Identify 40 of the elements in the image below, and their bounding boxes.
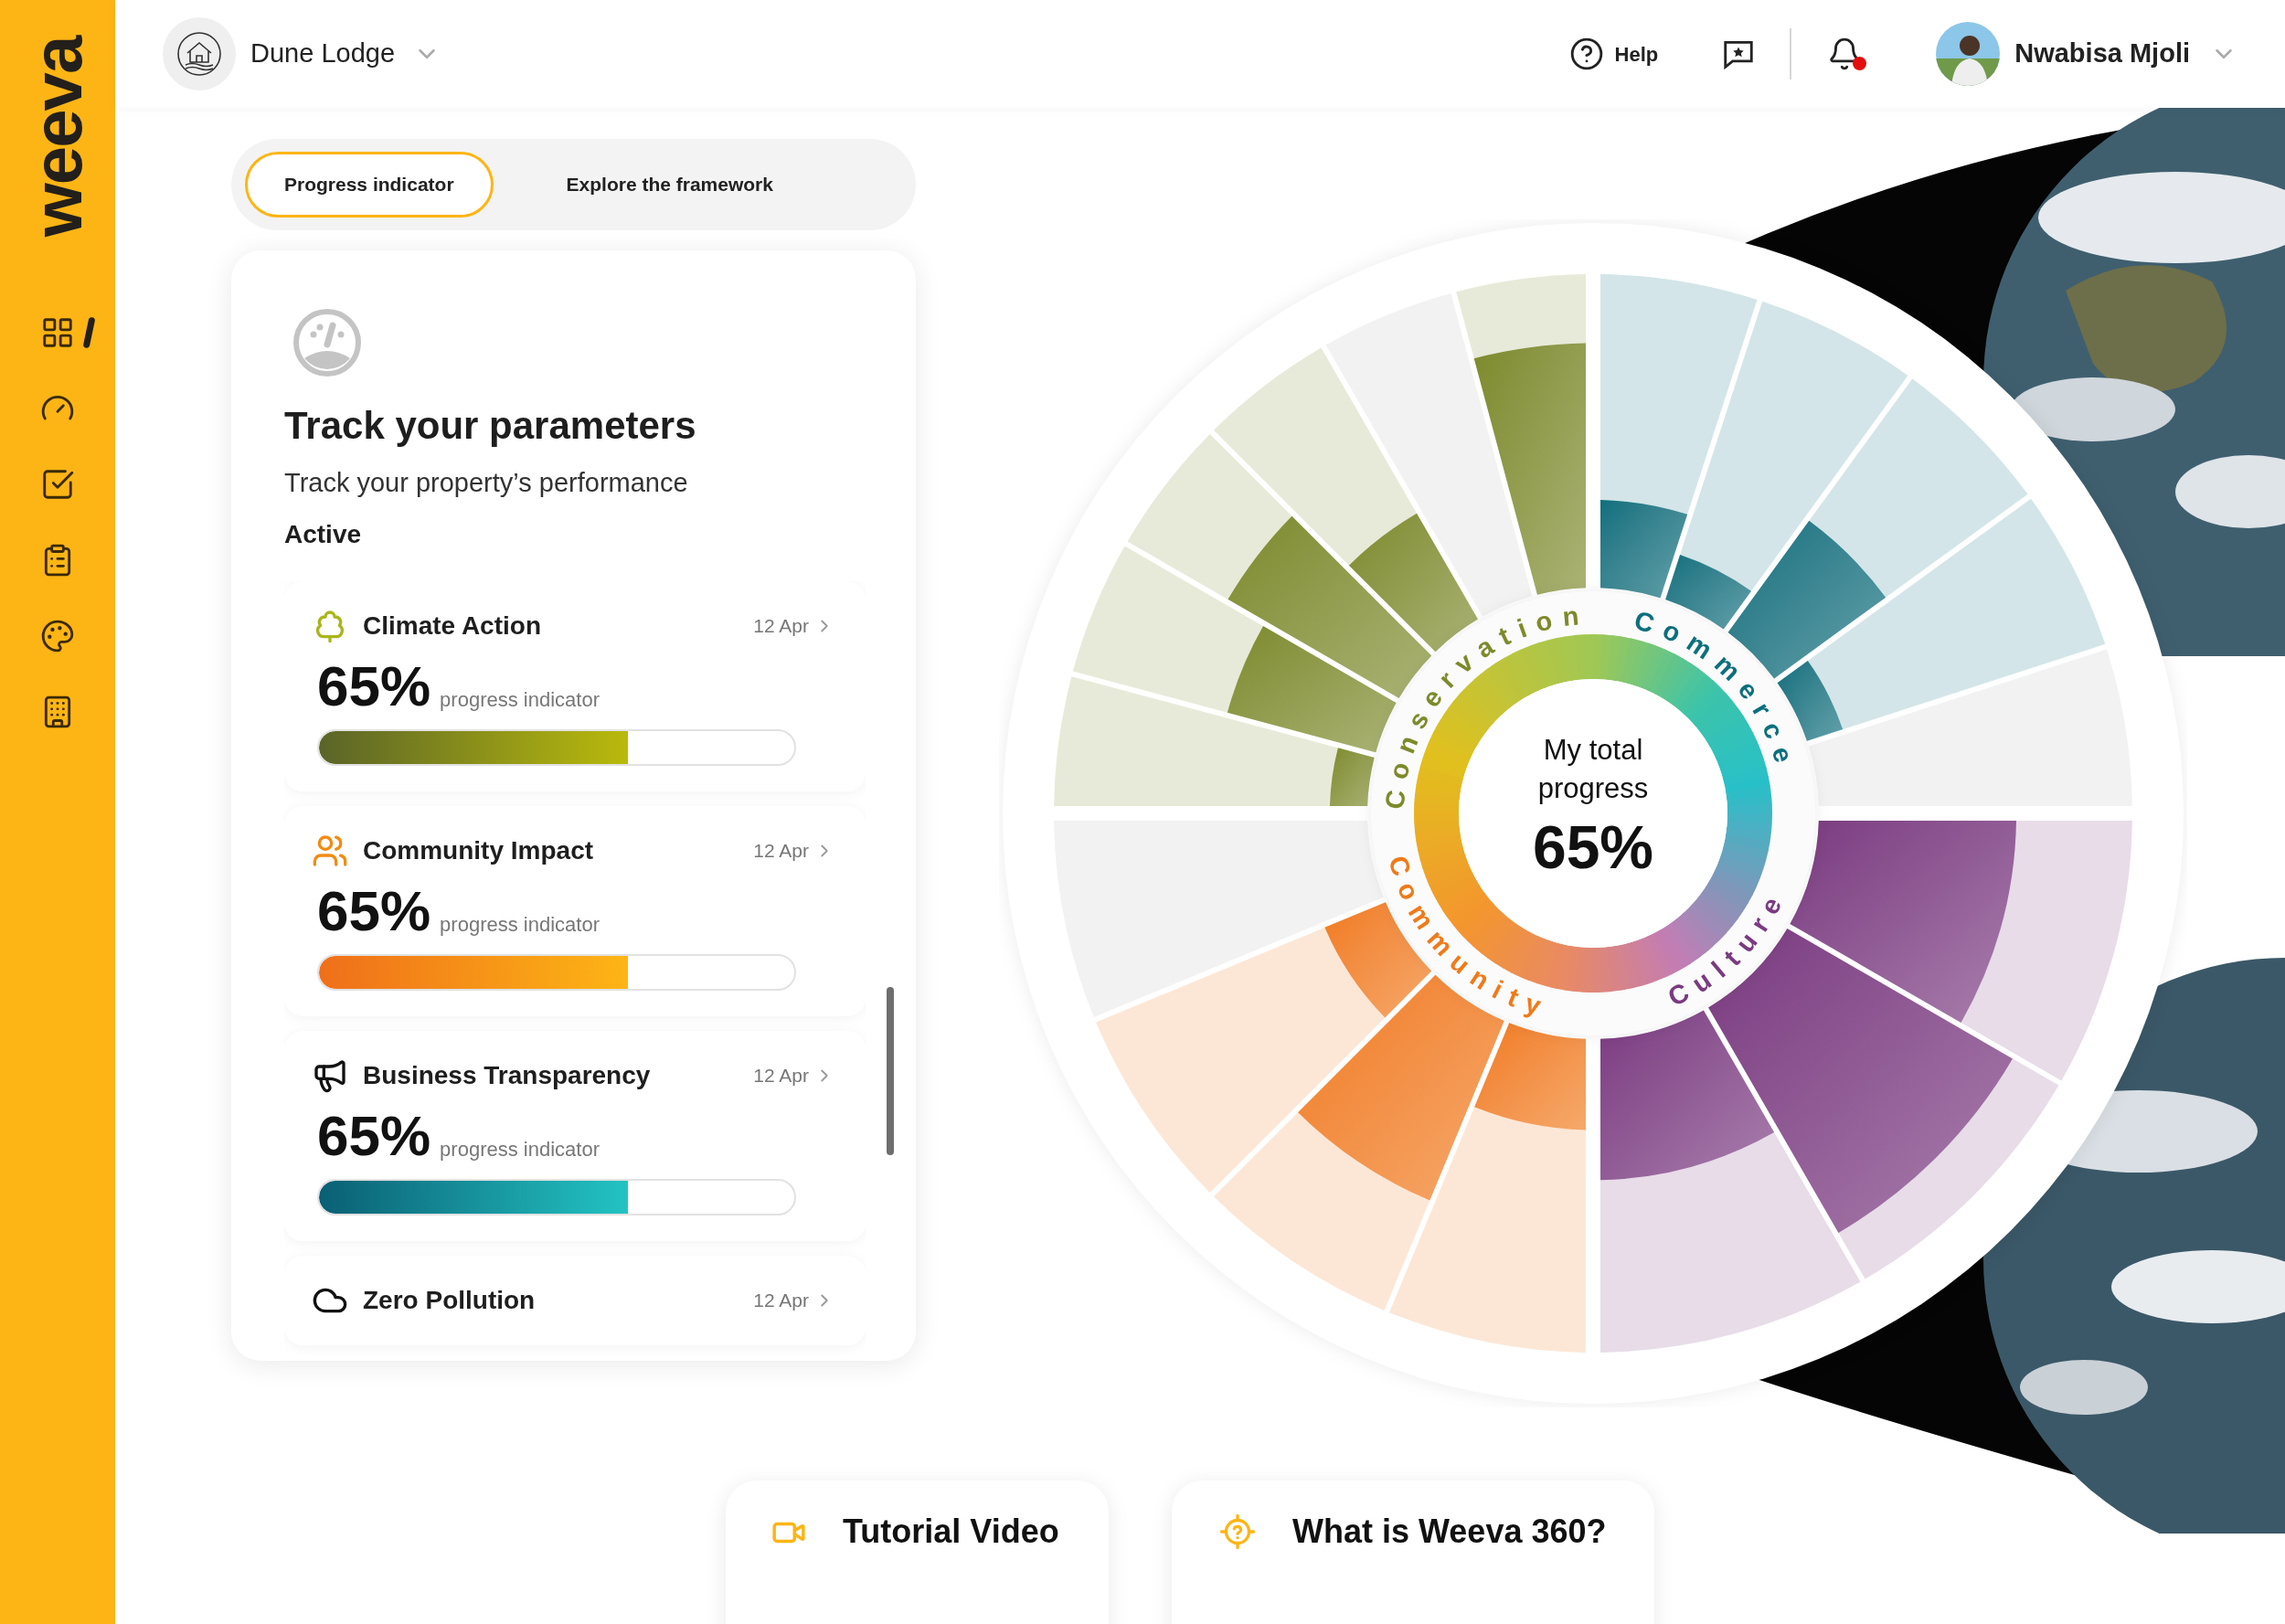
help-target-icon [1219,1513,1256,1550]
parameter-card[interactable]: Business Transparency 12 Apr 65% progress indicator [284,1031,866,1241]
parameter-date: 12 Apr [753,614,809,639]
scrollbar[interactable] [887,987,894,1155]
parameter-caption: progress indicator [440,1137,600,1162]
user-menu[interactable]: Nwabisa Mjoli [2014,34,2237,74]
info-card[interactable]: Tutorial Video [726,1481,1109,1624]
parameter-percent: 65% [317,658,431,715]
tab[interactable]: Explore the framework [520,152,819,218]
parameter-card[interactable]: Community Impact 12 Apr 65% progress indicator [284,806,866,1016]
parameter-caption: progress indicator [440,687,600,713]
parameter-card[interactable]: Zero Pollution 12 Apr [284,1256,866,1345]
parameter-title: Climate Action [363,610,541,642]
parameter-percent: 65% [317,883,431,939]
parameter-title: Business Transparency [363,1060,651,1091]
palette-icon [40,619,75,653]
parameter-card[interactable]: Climate Action 12 Apr 65% progress indicator [284,581,866,791]
help-icon [1568,37,1604,71]
tab[interactable]: Progress indicator [245,152,494,218]
status-label: Active [284,519,363,550]
parameter-percent: 65% [317,1108,431,1164]
info-card[interactable]: What is Weeva 360? [1172,1481,1654,1624]
gauge-icon [292,307,363,378]
people-icon [312,833,348,869]
property-selector[interactable]: Dune Lodge [250,34,441,74]
parameter-date: 12 Apr [753,1064,809,1088]
help-button[interactable]: Help [1568,37,1659,71]
megaphone-icon [312,1057,348,1094]
parameter-title: Community Impact [363,835,594,866]
parameter-title: Zero Pollution [363,1285,536,1316]
weeva-logo: weeva [23,37,92,238]
card-title: What is Weeva 360? [1292,1513,1607,1550]
card-title: Tutorial Video [843,1513,1059,1550]
parameter-date: 12 Apr [753,1289,809,1313]
parameter-caption: progress indicator [440,912,600,938]
grid-icon [40,315,75,350]
checkbox-icon [40,467,75,502]
panel-subtitle: Track your property’s performance [284,466,689,499]
parameter-date: 12 Apr [753,839,809,864]
panel-title: Track your parameters [284,403,697,449]
